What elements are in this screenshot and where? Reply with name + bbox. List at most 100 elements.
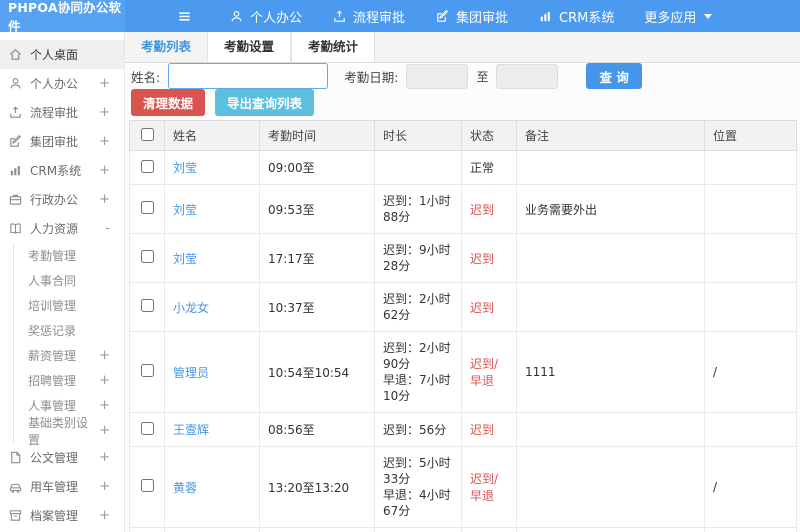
remark (516, 282, 705, 332)
employee-link[interactable]: 刘莹 (173, 203, 197, 217)
hr-submenu: 考勤管理 人事合同 培训管理 奖惩记录 薪资管理 + 招聘管理 + 人事管理 +… (13, 243, 124, 447)
nav-item-group-approval[interactable]: 集团审批 (420, 0, 523, 32)
remark: 1111 (516, 331, 705, 413)
status-text: 正常 (461, 150, 517, 185)
row-checkbox[interactable] (140, 201, 154, 214)
expand-indicator[interactable]: + (99, 349, 110, 362)
sidebar-item-admin-office[interactable]: 行政办公 + (0, 185, 124, 214)
export-list-button[interactable]: 导出查询列表 (215, 89, 315, 116)
status-text: 迟到 (461, 412, 517, 447)
employee-link[interactable]: 刘莹 (173, 252, 197, 266)
briefcase-icon (9, 194, 22, 205)
duration (374, 150, 462, 185)
sidebar-item-label: 人力资源 (30, 222, 79, 236)
attendance-time: 10:37至 (259, 282, 375, 332)
remark (516, 412, 705, 447)
date-to-input[interactable] (496, 63, 559, 89)
sidebar-item-label: CRM系统 (30, 164, 82, 178)
date-label: 考勤日期: (344, 69, 399, 85)
row-checkbox[interactable] (140, 159, 154, 173)
employee-link[interactable]: 王壹辉 (173, 423, 209, 437)
tab-attendance-list[interactable]: 考勤列表 (125, 32, 208, 62)
table-header-row: 姓名 考勤时间 时长 状态 备注 位置 (129, 120, 797, 151)
location (704, 233, 797, 283)
nav-item-crm[interactable]: CRM系统 (523, 0, 629, 32)
name-input[interactable] (168, 63, 329, 89)
attendance-time: 10:02至 (259, 527, 375, 532)
row-checkbox[interactable] (140, 421, 154, 435)
expand-indicator[interactable]: + (99, 451, 110, 464)
book-icon (10, 223, 21, 234)
sidebar-subitem-training-mgmt[interactable]: 培训管理 (14, 293, 124, 318)
table-row: 刘莹 09:53至 迟到：1小时88分 迟到 业务需要外出 (129, 184, 797, 234)
chart-icon (540, 11, 550, 21)
expand-indicator[interactable]: + (99, 106, 110, 119)
expand-indicator[interactable]: + (99, 480, 110, 493)
sidebar-item-label: 公文管理 (30, 451, 79, 465)
location: / (704, 331, 797, 413)
sidebar-subitem-label: 薪资管理 (28, 349, 77, 363)
col-header-remark: 备注 (516, 120, 705, 151)
sidebar-item-crm[interactable]: CRM系统 + (0, 156, 124, 185)
duration: 迟到：2小时62分 (374, 282, 462, 332)
nav-item-label: 流程审批 (353, 10, 406, 26)
table-row: 王壹辉 10:02至 迟到：2小时03分 迟到 (129, 527, 797, 532)
row-checkbox[interactable] (140, 364, 154, 377)
hamburger-menu-button[interactable] (167, 0, 202, 32)
expand-indicator[interactable]: + (99, 135, 110, 148)
clean-data-button[interactable]: 清理数据 (131, 89, 206, 116)
sidebar-item-vehicle-mgmt[interactable]: 用车管理 + (0, 472, 124, 501)
flow-icon (334, 10, 345, 22)
row-checkbox[interactable] (140, 479, 154, 492)
expand-indicator[interactable]: + (99, 424, 110, 437)
sidebar-subitem-label: 人事合同 (28, 274, 77, 288)
sidebar-item-workflow-approval[interactable]: 流程审批 + (0, 98, 124, 127)
expand-indicator[interactable]: + (99, 509, 110, 522)
sidebar-subitem-hr-contract[interactable]: 人事合同 (14, 268, 124, 293)
nav-item-more-apps[interactable]: 更多应用 (629, 0, 727, 32)
search-form: 姓名: 考勤日期: 至 查 询 (125, 63, 800, 89)
status-text: 迟到 (461, 233, 517, 283)
sidebar-subitem-salary-mgmt[interactable]: 薪资管理 + (14, 343, 124, 368)
remark (516, 446, 705, 528)
sidebar-subitem-reward-punish[interactable]: 奖惩记录 (14, 318, 124, 343)
employee-link[interactable]: 小龙女 (173, 301, 209, 315)
user-icon (231, 10, 242, 22)
employee-link[interactable]: 黄蓉 (173, 481, 197, 495)
expand-indicator[interactable]: + (99, 399, 110, 412)
sidebar-subitem-base-category[interactable]: 基础类别设置 + (14, 416, 124, 447)
nav-item-personal-office[interactable]: 个人办公 (214, 0, 317, 32)
sidebar-item-personal-desktop[interactable]: 个人桌面 (0, 40, 124, 69)
sidebar-item-human-resources[interactable]: 人力资源 - (0, 214, 124, 243)
main-content: 考勤列表 考勤设置 考勤统计 姓名: 考勤日期: 至 查 询 清理数据 导出查询… (125, 32, 800, 532)
sidebar-item-archive-mgmt[interactable]: 档案管理 + (0, 501, 124, 530)
name-label: 姓名: (131, 69, 161, 85)
expand-indicator[interactable]: + (99, 77, 110, 90)
row-checkbox[interactable] (140, 250, 154, 263)
employee-link[interactable]: 管理员 (173, 366, 209, 380)
sidebar-subitem-attendance-mgmt[interactable]: 考勤管理 (14, 243, 124, 268)
date-from-input[interactable] (406, 63, 469, 89)
collapse-indicator[interactable]: - (105, 222, 110, 235)
nav-item-workflow-approval[interactable]: 流程审批 (317, 0, 420, 32)
expand-indicator[interactable]: + (99, 193, 110, 206)
select-all-checkbox[interactable] (140, 127, 154, 141)
row-checkbox[interactable] (140, 299, 154, 312)
expand-indicator[interactable]: + (99, 374, 110, 387)
tab-attendance-stats[interactable]: 考勤统计 (291, 32, 376, 62)
remark (516, 527, 705, 532)
sidebar-subitem-label: 招聘管理 (28, 374, 77, 388)
employee-link[interactable]: 刘莹 (173, 161, 197, 175)
tab-attendance-settings[interactable]: 考勤设置 (207, 32, 292, 62)
col-header-location: 位置 (704, 120, 797, 151)
sidebar-item-personal-office[interactable]: 个人办公 + (0, 69, 124, 98)
table-row: 刘莹 17:17至 迟到：9小时28分 迟到 (129, 233, 797, 283)
car-icon (9, 483, 22, 493)
status-text: 迟到 (461, 184, 517, 234)
sidebar-item-group-approval[interactable]: 集团审批 + (0, 127, 124, 156)
sidebar-subitem-recruit-mgmt[interactable]: 招聘管理 + (14, 368, 124, 393)
sidebar-subitem-label: 考勤管理 (28, 249, 77, 263)
expand-indicator[interactable]: + (99, 164, 110, 177)
search-button[interactable]: 查 询 (586, 63, 642, 89)
edit-icon (10, 135, 21, 147)
